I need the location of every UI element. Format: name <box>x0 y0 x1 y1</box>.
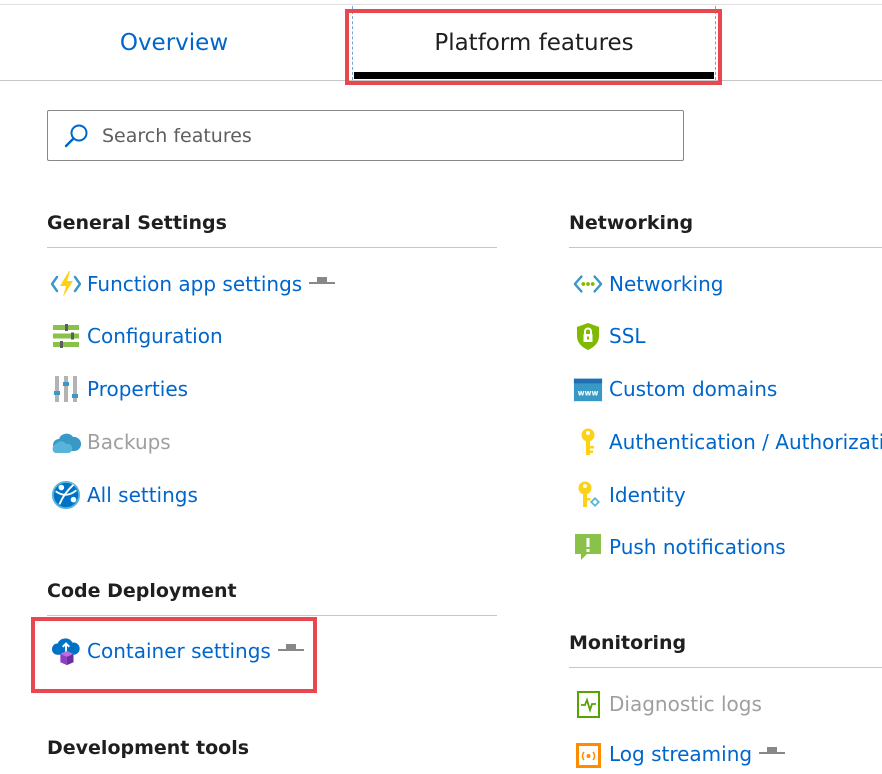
feature-container-settings[interactable]: Container settings <box>51 631 304 671</box>
feature-label: Function app settings <box>87 272 303 296</box>
feature-label: SSL <box>609 324 646 348</box>
section-title-networking: Networking <box>569 212 694 234</box>
feature-authentication-authorization[interactable]: Authentication / Authorizatio <box>573 422 882 462</box>
diagnostic-logs-icon <box>573 689 603 719</box>
function-bolt-icon <box>51 269 81 299</box>
feature-function-app-settings[interactable]: Function app settings <box>51 264 336 304</box>
tab-overview[interactable]: Overview <box>60 6 288 80</box>
tab-platform-features[interactable]: Platform features <box>352 6 716 80</box>
networking-arrows-icon <box>573 269 603 299</box>
www-domain-icon: www <box>573 374 603 404</box>
push-notification-icon <box>573 532 603 562</box>
feature-ssl[interactable]: SSL <box>573 316 646 356</box>
svg-text:www: www <box>578 389 599 398</box>
cloud-backup-icon <box>51 427 81 457</box>
feature-label: Log streaming <box>609 742 753 766</box>
feature-label: Diagnostic logs <box>609 692 762 716</box>
properties-bars-icon <box>51 374 81 404</box>
feature-label: Properties <box>87 377 189 401</box>
feature-networking[interactable]: Networking <box>573 264 723 304</box>
feature-all-settings[interactable]: All settings <box>51 475 198 515</box>
feature-label: Backups <box>87 430 171 454</box>
log-streaming-icon <box>573 739 603 769</box>
section-title-code-deployment: Code Deployment <box>47 580 237 602</box>
pin-icon[interactable] <box>277 639 304 658</box>
feature-label: Custom domains <box>609 377 778 401</box>
feature-log-streaming[interactable]: Log streaming <box>573 734 786 774</box>
feature-configuration[interactable]: Configuration <box>51 316 223 356</box>
configuration-sliders-icon <box>51 321 81 351</box>
search-input[interactable] <box>102 119 662 153</box>
active-tab-indicator <box>354 72 714 79</box>
section-title-monitoring: Monitoring <box>569 632 687 654</box>
identity-key-icon <box>573 480 603 510</box>
feature-label: Container settings <box>87 639 271 663</box>
section-title-development-tools: Development tools <box>47 737 250 759</box>
section-title-general-settings: General Settings <box>47 212 227 234</box>
feature-label: Networking <box>609 272 724 296</box>
pin-icon[interactable] <box>759 742 786 761</box>
feature-backups: Backups <box>51 422 171 462</box>
search-box[interactable] <box>47 110 684 161</box>
all-settings-globe-icon <box>51 480 81 510</box>
feature-label: All settings <box>87 483 198 507</box>
feature-identity[interactable]: Identity <box>573 475 686 515</box>
top-divider <box>0 4 882 5</box>
section-divider-general <box>47 247 497 248</box>
ssl-shield-icon <box>573 321 603 351</box>
container-cloud-icon <box>51 636 81 666</box>
feature-label: Push notifications <box>609 535 786 559</box>
feature-custom-domains[interactable]: www Custom domains <box>573 369 777 409</box>
tab-bar-divider <box>0 80 882 81</box>
search-icon <box>64 124 88 148</box>
feature-label: Authentication / Authorizatio <box>609 430 882 454</box>
feature-diagnostic-logs: Diagnostic logs <box>573 684 762 724</box>
section-divider-monitoring <box>569 667 882 668</box>
section-divider-networking <box>569 247 882 248</box>
feature-label: Identity <box>609 483 686 507</box>
feature-properties[interactable]: Properties <box>51 369 188 409</box>
pin-icon[interactable] <box>309 272 336 291</box>
key-icon <box>573 427 603 457</box>
feature-label: Configuration <box>87 324 223 348</box>
feature-push-notifications[interactable]: Push notifications <box>573 527 786 567</box>
section-divider-code-deployment <box>47 615 497 616</box>
